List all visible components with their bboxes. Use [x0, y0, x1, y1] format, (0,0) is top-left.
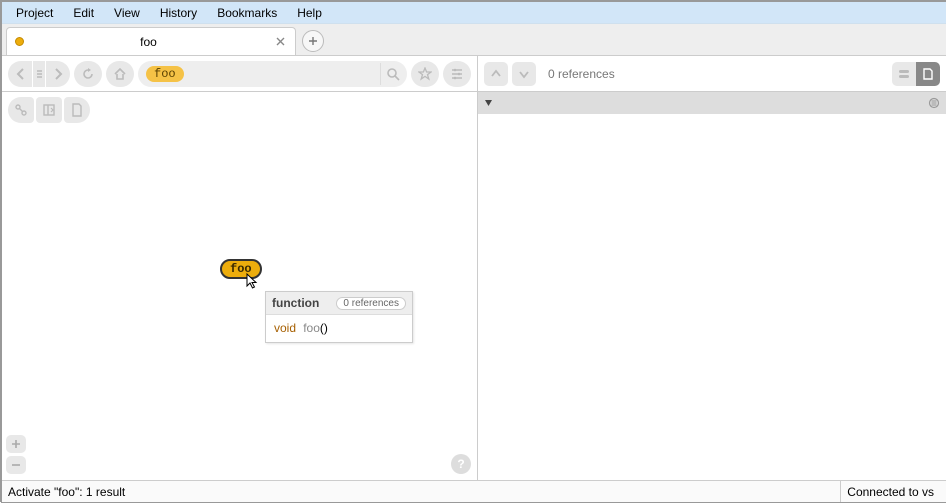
cursor-icon [246, 273, 260, 291]
nav-back-forward [8, 61, 70, 87]
tooltip-refcount: 0 references [336, 297, 406, 310]
help-button[interactable]: ? [451, 454, 471, 474]
menu-project[interactable]: Project [6, 4, 63, 22]
zoom-out-button[interactable] [6, 456, 26, 474]
file-view-button[interactable] [64, 97, 90, 123]
menu-view[interactable]: View [104, 4, 150, 22]
zoom-controls [6, 435, 26, 474]
tab-dirty-icon [15, 37, 24, 46]
new-tab-button[interactable] [302, 30, 324, 52]
graph-pane: foo foo [2, 56, 478, 480]
menu-bookmarks[interactable]: Bookmarks [207, 4, 287, 22]
node-tooltip: function 0 references void foo() [265, 291, 413, 343]
tab-close-icon[interactable] [273, 35, 287, 49]
menu-help[interactable]: Help [287, 4, 332, 22]
tab-title: foo [32, 35, 265, 49]
ref-up-button[interactable] [484, 62, 508, 86]
collapse-icon[interactable] [484, 99, 493, 108]
tab-bar: foo [2, 24, 946, 56]
graph-view-button[interactable] [8, 97, 34, 123]
references-count: 0 references [548, 67, 615, 81]
nav-history-dropdown[interactable] [33, 61, 45, 87]
graph-canvas[interactable]: foo function 0 references void foo() [2, 128, 477, 480]
nav-back-button[interactable] [8, 61, 32, 87]
menu-history[interactable]: History [150, 4, 207, 22]
ref-header-options-icon[interactable] [928, 97, 940, 109]
settings-button[interactable] [443, 61, 471, 87]
ref-mode-a-button[interactable] [892, 62, 916, 86]
search-field[interactable]: foo [138, 61, 407, 87]
status-bar: Activate "foo": 1 result Connected to vs [2, 480, 946, 502]
search-icon[interactable] [380, 63, 404, 85]
graph-node-foo[interactable]: foo function 0 references void foo() [220, 259, 262, 279]
ref-mode-b-button[interactable] [916, 62, 940, 86]
home-button[interactable] [106, 61, 134, 87]
status-connection: Connected to vs [840, 481, 940, 502]
references-body [478, 114, 946, 480]
search-chip: foo [146, 66, 184, 82]
nav-forward-button[interactable] [46, 61, 70, 87]
status-message: Activate "foo": 1 result [8, 485, 125, 499]
menu-edit[interactable]: Edit [63, 4, 104, 22]
refresh-button[interactable] [74, 61, 102, 87]
tooltip-signature: void foo() [266, 315, 412, 342]
tooltip-kind: function [272, 296, 319, 310]
graph-toolbar: foo [2, 56, 477, 92]
graph-subtoolbar [2, 92, 477, 128]
zoom-in-button[interactable] [6, 435, 26, 453]
menu-bar: Project Edit View History Bookmarks Help [2, 2, 946, 24]
references-header[interactable] [478, 92, 946, 114]
ref-down-button[interactable] [512, 62, 536, 86]
tab-foo[interactable]: foo [6, 27, 296, 55]
panel-view-button[interactable] [36, 97, 62, 123]
references-toolbar: 0 references [478, 56, 946, 92]
favorite-button[interactable] [411, 61, 439, 87]
references-pane: 0 references [478, 56, 946, 480]
